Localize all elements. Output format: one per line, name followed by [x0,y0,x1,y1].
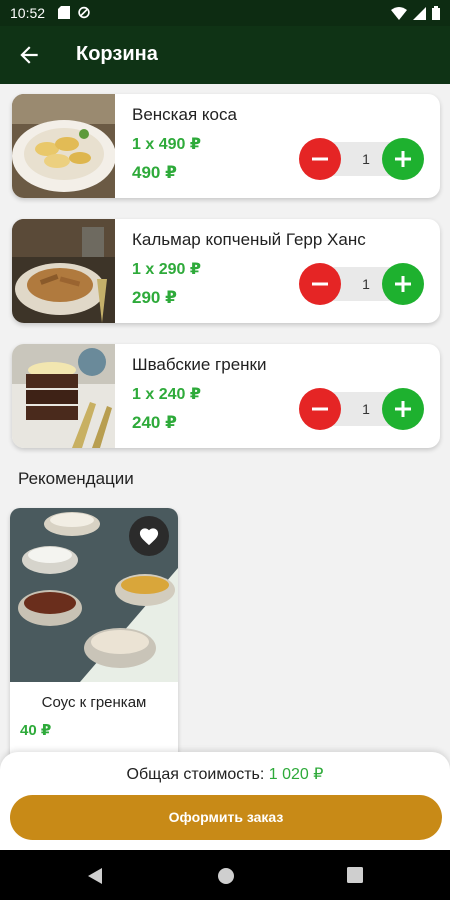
system-navigation-bar [0,850,450,900]
item-total: 290 ₽ [132,288,177,307]
nav-recents-icon[interactable] [347,867,363,883]
nav-back-icon[interactable] [87,867,103,885]
data-saver-icon [78,6,90,19]
page-title: Корзина [76,43,158,65]
nav-home-icon[interactable] [217,867,235,885]
increase-quantity-button[interactable] [382,263,424,305]
quantity-value: 1 [362,276,370,292]
recommendations-title: Рекомендации [18,469,134,488]
product-image [12,94,115,198]
quantity-value: 1 [362,401,370,417]
quantity-value: 1 [362,151,370,167]
increase-quantity-button[interactable] [382,388,424,430]
product-name: Венская коса [132,105,237,124]
increase-quantity-button[interactable] [382,138,424,180]
plus-icon [395,151,411,167]
decrease-quantity-button[interactable] [299,138,341,180]
back-arrow-icon[interactable] [16,42,42,68]
minus-icon [312,407,328,411]
decrease-quantity-button[interactable] [299,388,341,430]
plus-icon [395,401,411,417]
battery-icon [432,6,440,20]
recommendation-card[interactable]: Соус к гренкам 40 ₽ [10,508,178,768]
minus-icon [312,282,328,286]
favorite-button[interactable] [129,516,169,556]
cart-item: Швабские гренки 1 x 240 ₽ 240 ₽ 1 [12,344,440,448]
unit-price: 1 x 290 ₽ [132,261,201,278]
unit-price: 1 x 490 ₽ [132,136,201,153]
status-bar: 10:52 [0,0,450,26]
checkout-button[interactable]: Оформить заказ [10,795,442,840]
cart-item: Венская коса 1 x 490 ₽ 490 ₽ 1 [12,94,440,198]
wifi-icon [391,6,407,20]
plus-icon [395,276,411,292]
item-total: 240 ₽ [132,413,177,432]
status-time: 10:52 [10,5,46,21]
app-bar: Корзина [0,26,450,84]
minus-icon [312,157,328,161]
sd-card-icon [58,6,70,19]
total-row: Общая стоимость: 1 020 ₽ [0,764,450,784]
product-image [12,219,115,323]
cart-item: Кальмар копченый Герр Ханс 1 x 290 ₽ 290… [12,219,440,323]
unit-price: 1 x 240 ₽ [132,386,201,403]
total-value: 1 020 ₽ [268,766,324,783]
product-name: Швабские гренки [132,355,267,374]
item-total: 490 ₽ [132,163,177,182]
total-label: Общая стоимость: [126,766,265,783]
heart-icon [139,528,159,546]
recommendation-name: Соус к гренкам [41,694,147,711]
product-image [12,344,115,448]
product-name: Кальмар копченый Герр Ханс [132,230,366,249]
decrease-quantity-button[interactable] [299,263,341,305]
order-summary: Общая стоимость: 1 020 ₽ Оформить заказ [0,752,450,850]
signal-icon [413,6,426,20]
recommendation-price: 40 ₽ [20,722,52,739]
